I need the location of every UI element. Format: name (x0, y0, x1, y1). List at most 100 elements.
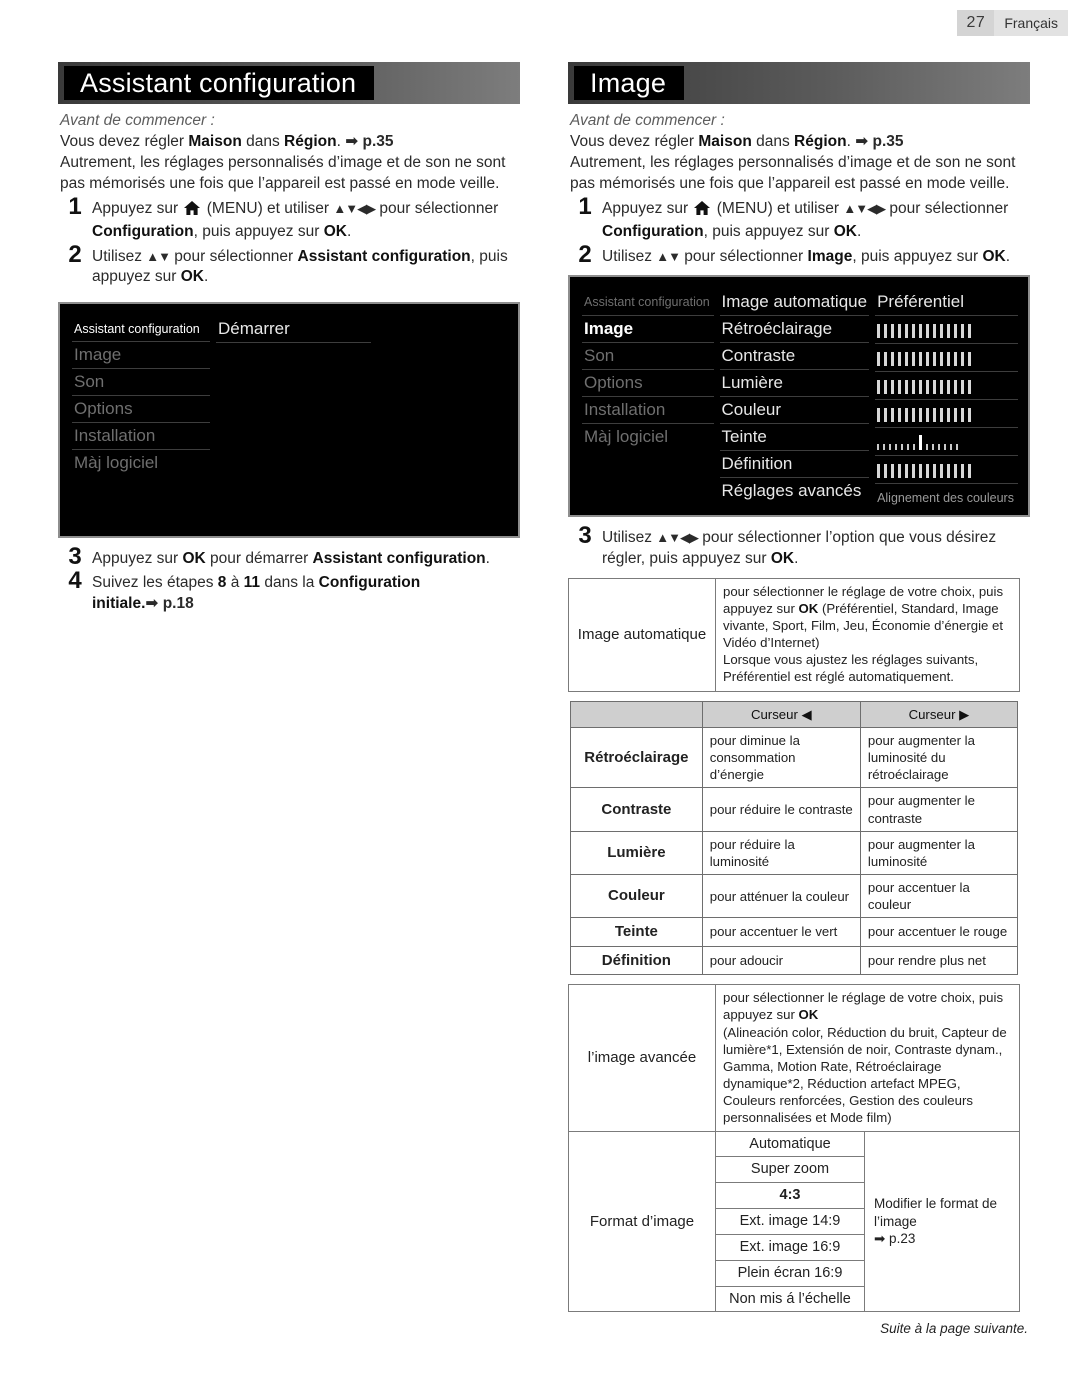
right-tv-slider-definition[interactable] (875, 456, 1018, 485)
format-option-ext-image-14-9[interactable]: Ext. image 14:9 (715, 1208, 865, 1235)
curseur-row-name-contraste: Contraste (570, 787, 703, 832)
right-tv-slider-couleur[interactable] (875, 400, 1018, 429)
left-step-2: 2 Utilisez ▲▼ pour sélectionner Assistan… (58, 240, 520, 288)
left-tv-menu-item-image[interactable]: Image (72, 342, 210, 370)
curseur-row-name-couleur: Couleur (570, 873, 703, 919)
left-tv-menu-item-installation[interactable]: Installation (72, 423, 210, 451)
curseur-header-left: Curseur ◀ (701, 700, 861, 728)
avancee-desc-1: pour sélectionner le réglage de votre ch… (723, 990, 1004, 1023)
right-tv-option-couleur[interactable]: Couleur (719, 397, 870, 425)
right-tv-option-definition[interactable]: Définition (719, 451, 870, 479)
right-tv-slider-contraste[interactable] (875, 344, 1018, 373)
left-intro-ref: ➡ p.35 (345, 133, 394, 150)
right-step-3: 3 Utilisez ▲▼◀▶ pour sélectionner l’opti… (568, 522, 1030, 569)
format-option-super-zoom[interactable]: Super zoom (715, 1156, 865, 1184)
page-number: 27 (956, 10, 995, 36)
format-option-plein-ecran-16-9[interactable]: Plein écran 16:9 (715, 1259, 865, 1287)
row-desc-image-automatique: pour sélectionner le réglage de votre ch… (715, 578, 1020, 692)
slider-bars (877, 320, 1016, 339)
left-step-2-text: Utilisez ▲▼ pour sélectionner Assistant … (92, 246, 520, 288)
right-intro-a: Vous devez régler (570, 133, 699, 150)
table-row: Couleur pour atténuer la couleur pour ac… (570, 873, 1019, 919)
left-tv-menu-item-options[interactable]: Options (72, 396, 210, 424)
table-row: l’image avancée pour sélectionner le rég… (568, 984, 1020, 1132)
right-step-3-text: Utilisez ▲▼◀▶ pour sélectionner l’option… (602, 527, 1030, 569)
right-tv-menu-item-maj-logiciel[interactable]: Màj logiciel (582, 424, 714, 450)
avancee-desc-ok: OK (798, 1007, 819, 1023)
left-step-1-mid: (MENU) et utiliser (202, 200, 334, 218)
curseur-row-name-teinte: Teinte (570, 917, 703, 947)
right-tv-menu-item-assistant[interactable]: Assistant configuration (582, 289, 714, 316)
left-step-2-pre: Utilisez (92, 247, 147, 265)
dpad-arrows-glyph: ▲▼◀▶ (656, 530, 699, 546)
right-tv-option-teinte[interactable]: Teinte (719, 424, 870, 452)
right-step-2-post: pour sélectionner (680, 247, 808, 265)
left-step-3-pre: Appuyez sur (92, 549, 183, 567)
table-row: Format d’image Automatique Modifier le f… (568, 1130, 1020, 1313)
curseur-row-left-definition: pour adoucir (701, 945, 861, 976)
page-header: 27 Français (956, 10, 1068, 36)
left-step-2-ok: OK (180, 268, 204, 286)
right-tv-option-lumiere[interactable]: Lumière (719, 370, 870, 398)
manual-page: 27 Français Assistant configuration Avan… (0, 0, 1080, 1397)
left-tv-value-demarrer[interactable]: Démarrer (216, 316, 371, 343)
right-step-1-number: 1 (578, 193, 592, 221)
right-step-2-target: Image (807, 247, 853, 265)
left-step-3-text: Appuyez sur OK pour démarrer Assistant c… (92, 548, 490, 570)
format-note: Modifier le format de l’image ➡ p.23 (864, 1130, 1020, 1313)
left-step-4-ref: ➡ p.18 (145, 595, 194, 613)
right-step-2-number: 2 (578, 240, 592, 268)
curseur-row-name-retroeclairage: Rétroéclairage (570, 726, 703, 789)
right-tv-option-image-automatique[interactable]: Image automatique (719, 289, 870, 317)
left-tv-menu-item-son[interactable]: Son (72, 369, 210, 397)
table-row: Contraste pour réduire le contraste pour… (570, 787, 1019, 832)
right-tv-value-column: Préférentiel Alignement des couleurs (875, 289, 1018, 510)
right-tv-slider-retroeclairage[interactable] (875, 316, 1018, 345)
table-row: Image automatique pour sélectionner le r… (568, 578, 1020, 692)
left-intro-a: Vous devez régler (60, 133, 189, 150)
left-step-3-number: 3 (68, 542, 82, 570)
right-step-3-number: 3 (578, 522, 592, 550)
right-tv-menu-item-options[interactable]: Options (582, 370, 714, 397)
right-tv-value-image-automatique[interactable]: Préférentiel (875, 289, 1018, 317)
right-step-1-mid: (MENU) et utiliser (712, 200, 844, 218)
left-section-title-bar: Assistant configuration (58, 62, 520, 104)
right-step-2-text: Utilisez ▲▼ pour sélectionner Image, pui… (602, 246, 1010, 268)
format-option-ext-image-16-9[interactable]: Ext. image 16:9 (715, 1233, 865, 1261)
left-intro-line1: Vous devez régler Maison dans Région. ➡ … (60, 132, 520, 152)
right-tv-slider-lumiere[interactable] (875, 372, 1018, 401)
right-step-1-post: pour sélectionner (885, 200, 1009, 218)
format-option-automatique[interactable]: Automatique (715, 1130, 865, 1158)
right-tv-option-reglages-avances[interactable]: Réglages avancés (720, 478, 870, 504)
left-intro-line2: Autrement, les réglages personnalisés d’… (60, 154, 506, 192)
right-tv-option-retroeclairage[interactable]: Rétroéclairage (719, 316, 870, 344)
image-avancee-format-table: l’image avancée pour sélectionner le rég… (568, 984, 1020, 1313)
right-tv-value-alignement-des-couleurs[interactable]: Alignement des couleurs (875, 484, 1018, 510)
right-tv-menu-item-image[interactable]: Image (582, 316, 714, 343)
image-automatique-table: Image automatique pour sélectionner le r… (568, 578, 1020, 692)
left-step-2-number: 2 (68, 240, 82, 268)
right-tv-screen-mock: Assistant configuration Image Son Option… (568, 275, 1030, 518)
right-tv-menu-item-installation[interactable]: Installation (582, 397, 714, 424)
right-intro-c: . (846, 133, 856, 150)
right-intro-maison: Maison (698, 133, 752, 150)
slider-bars-centered (877, 432, 1016, 451)
left-step-2-end: . (204, 268, 209, 286)
format-option-non-mis-a-lechelle[interactable]: Non mis á l’échelle (715, 1285, 865, 1313)
curseur-row-left-teinte: pour accentuer le vert (701, 917, 861, 947)
right-tv-menu-item-son[interactable]: Son (582, 343, 714, 370)
left-step-4-number: 4 (68, 567, 82, 595)
left-column: Assistant configuration Avant de commenc… (58, 62, 520, 615)
format-option-4-3[interactable]: 4:3 (715, 1182, 865, 1210)
curseur-table: Curseur ◀ Curseur ▶ Rétroéclairage pour … (570, 700, 1019, 976)
home-icon (184, 201, 201, 222)
left-tv-menu-item-maj-logiciel[interactable]: Màj logiciel (72, 450, 210, 476)
right-tv-slider-teinte[interactable] (875, 428, 1018, 457)
right-tv-option-contraste[interactable]: Contraste (719, 343, 870, 371)
slider-bars (877, 460, 1016, 479)
left-tv-menu-item-assistant[interactable]: Assistant configuration (72, 316, 210, 343)
right-step-1-tail: , puis appuyez sur (703, 222, 834, 240)
right-step-2-tail: , puis appuyez sur (852, 247, 983, 265)
left-step-1: 1 Appuyez sur (MENU) et utiliser ▲▼◀▶ po… (58, 194, 520, 242)
avancee-desc-list: (Alineación color, Réduction du bruit, C… (723, 1024, 1007, 1126)
